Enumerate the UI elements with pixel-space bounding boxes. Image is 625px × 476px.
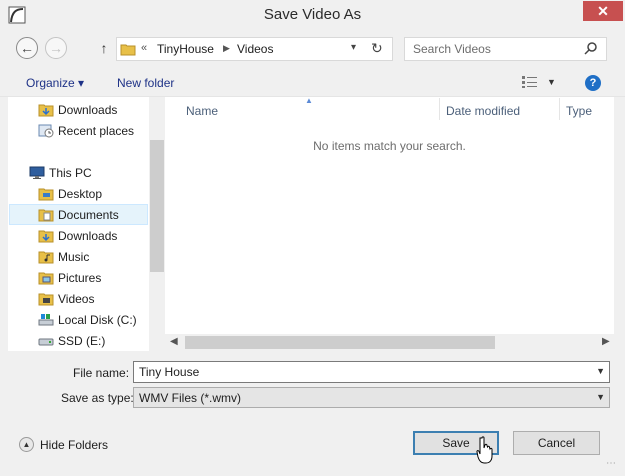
- breadcrumb-overflow[interactable]: «: [141, 42, 147, 54]
- empty-message: No items match your search.: [313, 139, 466, 153]
- breadcrumb-videos[interactable]: Videos: [237, 42, 273, 56]
- search-icon[interactable]: [584, 41, 598, 55]
- resize-grip-icon[interactable]: ⋯: [606, 458, 616, 469]
- pictures-folder-icon: [38, 272, 54, 285]
- nav-scrollbar-thumb[interactable]: [150, 140, 164, 272]
- recent-places-icon: [38, 124, 54, 138]
- folder-icon: [120, 44, 136, 56]
- save-as-type-label: Save as type:: [61, 391, 134, 405]
- nav-label: Music: [58, 250, 90, 264]
- view-dropdown-icon[interactable]: ▼: [547, 77, 556, 87]
- nav-label: Downloads: [58, 229, 118, 243]
- organize-button[interactable]: Organize ▾: [26, 76, 84, 90]
- view-options-icon[interactable]: [521, 75, 539, 89]
- file-name-value[interactable]: Tiny House: [139, 365, 199, 379]
- hide-folders-button[interactable]: Hide Folders: [40, 438, 108, 452]
- videos-folder-icon: [38, 293, 54, 306]
- drive-icon: [38, 338, 54, 346]
- save-as-type-select[interactable]: WMV Files (*.wmv) ▼: [133, 387, 610, 408]
- column-divider[interactable]: [439, 98, 440, 120]
- nav-label: Desktop: [58, 187, 103, 201]
- back-button[interactable]: ←: [16, 37, 38, 59]
- address-dropdown-icon[interactable]: ▾: [351, 42, 356, 53]
- close-button[interactable]: ✕: [583, 1, 623, 21]
- horizontal-scrollbar-thumb[interactable]: [185, 336, 495, 349]
- download-folder-icon: [38, 104, 54, 117]
- computer-icon: [29, 166, 45, 179]
- nav-label: Downloads: [58, 103, 118, 117]
- nav-label: This PC: [49, 166, 92, 180]
- nav-label: Pictures: [58, 271, 102, 285]
- chevron-down-icon[interactable]: ▼: [596, 392, 605, 402]
- nav-label: SSD (E:): [58, 334, 106, 348]
- save-as-type-value[interactable]: WMV Files (*.wmv): [139, 391, 241, 405]
- refresh-icon[interactable]: ↻: [371, 40, 383, 57]
- column-header-type[interactable]: Type: [566, 104, 592, 118]
- documents-folder-icon: [38, 209, 54, 222]
- breadcrumb-tinyhouse[interactable]: TinyHouse: [157, 42, 214, 56]
- chevron-down-icon[interactable]: ▼: [596, 366, 605, 376]
- column-divider[interactable]: [559, 98, 560, 120]
- search-box[interactable]: Search Videos: [404, 37, 607, 61]
- window-title: Save Video As: [263, 6, 362, 23]
- breadcrumb-arrow-icon[interactable]: ▶: [223, 43, 230, 54]
- local-disk-icon: [38, 314, 54, 326]
- cancel-button[interactable]: Cancel: [513, 431, 600, 455]
- column-header-name[interactable]: Name: [186, 104, 218, 118]
- up-button[interactable]: ↑: [95, 39, 113, 57]
- address-bar[interactable]: « TinyHouse ▶ Videos ▾ ↻: [116, 37, 393, 61]
- chevron-up-icon[interactable]: ▲: [19, 437, 34, 452]
- sort-ascending-icon: ▲: [305, 96, 313, 105]
- file-list[interactable]: [165, 97, 614, 351]
- scroll-right-icon[interactable]: ▶: [602, 336, 610, 347]
- scroll-left-icon[interactable]: ◀: [170, 336, 178, 347]
- help-icon[interactable]: ?: [585, 75, 601, 91]
- music-folder-icon: [38, 251, 54, 264]
- forward-button[interactable]: →: [45, 37, 67, 59]
- search-input[interactable]: Search Videos: [413, 42, 491, 56]
- new-folder-button[interactable]: New folder: [117, 76, 174, 90]
- nav-label: Recent places: [58, 124, 135, 138]
- file-name-field[interactable]: Tiny House ▼: [133, 361, 610, 383]
- column-header-date-modified[interactable]: Date modified: [446, 104, 520, 118]
- nav-label: Local Disk (C:): [58, 313, 137, 327]
- nav-label: Documents: [58, 208, 119, 222]
- nav-label: Videos: [58, 292, 95, 306]
- download-folder-icon: [38, 230, 54, 243]
- file-name-label: File name:: [73, 366, 130, 380]
- mouse-cursor-icon: [476, 436, 493, 464]
- desktop-folder-icon: [38, 188, 54, 201]
